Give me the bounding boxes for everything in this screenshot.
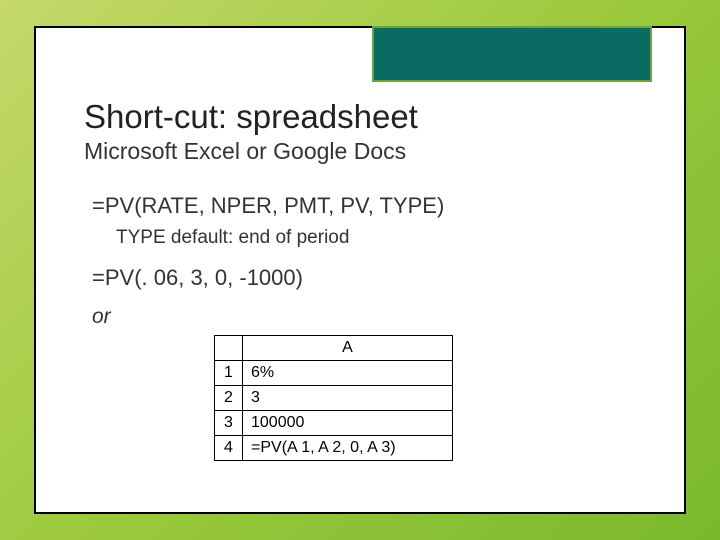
table-row: 1 6% bbox=[215, 361, 453, 386]
spreadsheet-table: A 1 6% 2 3 3 100000 4 =PV(A 1, A 2, 0, A… bbox=[214, 335, 453, 461]
table-col-header: A bbox=[243, 336, 453, 361]
table-row: 2 3 bbox=[215, 386, 453, 411]
type-default-note: TYPE default: end of period bbox=[116, 227, 636, 249]
table-row-num: 2 bbox=[215, 386, 243, 411]
table-row: 4 =PV(A 1, A 2, 0, A 3) bbox=[215, 436, 453, 461]
slide-frame: Short-cut: spreadsheet Microsoft Excel o… bbox=[34, 26, 686, 514]
table-row: 3 100000 bbox=[215, 411, 453, 436]
slide-title: Short-cut: spreadsheet bbox=[84, 98, 636, 136]
table-row-num: 1 bbox=[215, 361, 243, 386]
spreadsheet-table-wrap: A 1 6% 2 3 3 100000 4 =PV(A 1, A 2, 0, A… bbox=[214, 335, 636, 461]
table-cell: 3 bbox=[243, 386, 453, 411]
table-cell: =PV(A 1, A 2, 0, A 3) bbox=[243, 436, 453, 461]
table-row-num: 4 bbox=[215, 436, 243, 461]
pv-formula-example: =PV(. 06, 3, 0, -1000) bbox=[92, 265, 636, 291]
table-row-num: 3 bbox=[215, 411, 243, 436]
header-accent-box bbox=[372, 26, 652, 82]
or-label: or bbox=[92, 305, 636, 329]
slide-content: Short-cut: spreadsheet Microsoft Excel o… bbox=[36, 28, 684, 481]
slide-subtitle: Microsoft Excel or Google Docs bbox=[84, 138, 636, 165]
table-corner bbox=[215, 336, 243, 361]
pv-formula-syntax: =PV(RATE, NPER, PMT, PV, TYPE) bbox=[92, 193, 636, 219]
table-cell: 100000 bbox=[243, 411, 453, 436]
table-cell: 6% bbox=[243, 361, 453, 386]
